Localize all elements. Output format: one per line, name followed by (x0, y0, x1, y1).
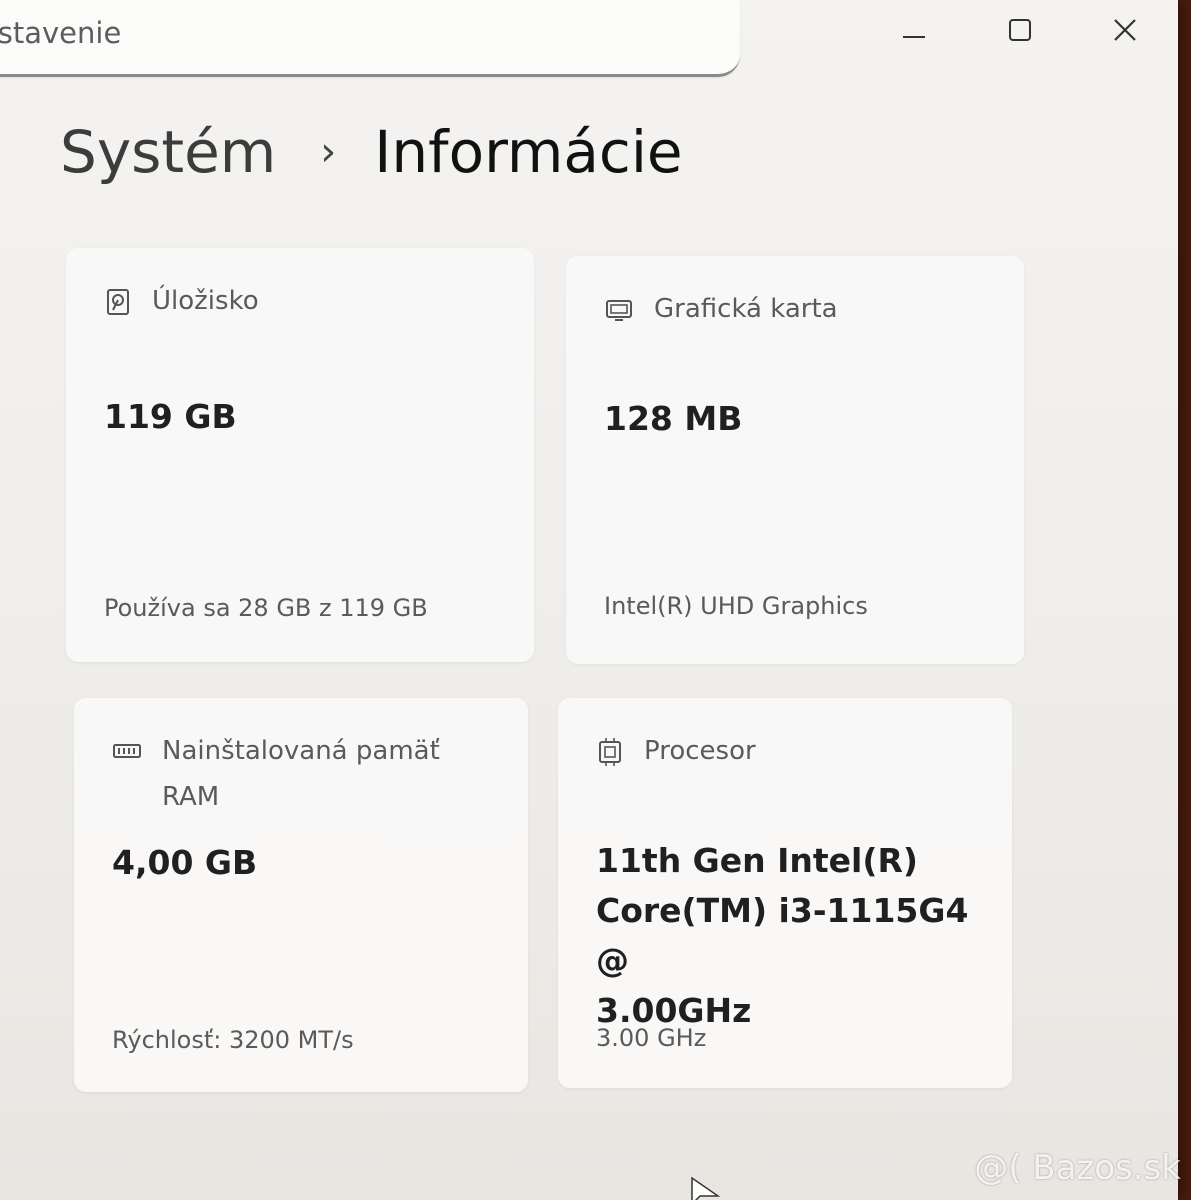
storage-usage-text: Používa sa 28 GB z 119 GB (104, 594, 428, 622)
monitor-icon (606, 300, 632, 321)
breadcrumb: Systém › Informácie (60, 118, 683, 186)
settings-window: Systém › Informácie Úložisko 119 GB Použ… (0, 0, 1178, 1200)
graphics-card[interactable]: Grafická karta 128 MB Intel(R) UHD Graph… (566, 256, 1024, 664)
search-input[interactable] (0, 10, 680, 56)
graphics-adapter-text: Intel(R) UHD Graphics (604, 592, 868, 620)
ram-label: Nainštalovaná pamäť RAM (162, 728, 440, 820)
storage-card[interactable]: Úložisko 119 GB Používa sa 28 GB z 119 G… (66, 248, 534, 662)
maximize-button[interactable] (980, 0, 1060, 60)
mouse-cursor-icon (691, 1176, 720, 1200)
close-icon (1114, 19, 1136, 41)
memory-icon (113, 744, 141, 758)
cpu-frequency-text: 3.00 GHz (596, 1024, 707, 1052)
cpu-value-line2: Core(TM) i3-1115G4 @ (596, 891, 969, 980)
ram-value: 4,00 GB (112, 843, 258, 882)
minimize-button[interactable] (874, 0, 954, 60)
ram-card[interactable]: Nainštalovaná pamäť RAM 4,00 GB Rýchlosť… (74, 698, 528, 1092)
cpu-value: 11th Gen Intel(R) Core(TM) i3-1115G4 @ 3… (596, 836, 1012, 1036)
watermark-text: @( Bazos.sk (974, 1148, 1181, 1188)
ram-card-header: Nainštalovaná pamäť RAM (112, 734, 440, 820)
breadcrumb-system-link[interactable]: Systém (60, 118, 276, 186)
page-title: Informácie (374, 118, 683, 186)
minimize-icon (903, 36, 925, 38)
close-button[interactable] (1085, 0, 1165, 60)
graphics-card-header: Grafická karta (604, 292, 838, 332)
graphics-label: Grafická karta (654, 294, 838, 324)
graphics-value: 128 MB (604, 399, 743, 438)
search-box[interactable] (0, 0, 740, 77)
hard-drive-icon (107, 289, 129, 315)
cpu-card[interactable]: Procesor 11th Gen Intel(R) Core(TM) i3-1… (558, 698, 1012, 1088)
breadcrumb-chevron-icon: › (320, 129, 337, 175)
storage-card-header: Úložisko (104, 284, 259, 324)
cpu-label: Procesor (644, 736, 756, 766)
cpu-value-line1: 11th Gen Intel(R) (596, 841, 918, 880)
storage-label: Úložisko (152, 286, 259, 316)
ram-label-line1: Nainštalovaná pamäť (162, 736, 440, 766)
maximize-icon (1009, 19, 1031, 41)
ram-speed-text: Rýchlosť: 3200 MT/s (112, 1026, 354, 1054)
cpu-chip-icon (599, 738, 621, 766)
cpu-card-header: Procesor (596, 734, 756, 774)
ram-label-line2: RAM (162, 782, 220, 812)
storage-value: 119 GB (104, 397, 237, 436)
